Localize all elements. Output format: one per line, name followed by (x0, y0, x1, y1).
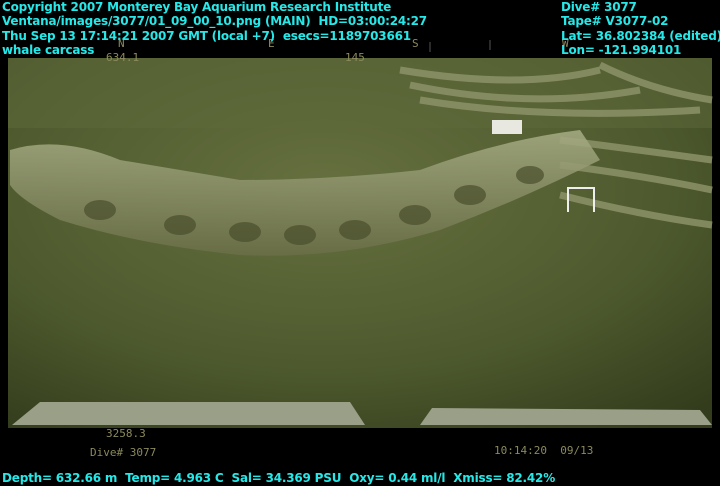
rov-frame-grab: N E S W 634.1 145 3258.3 Dive# 3077 10:1… (0, 0, 720, 486)
tape-number: Tape# V3077-02 (561, 14, 669, 28)
marker-tag (492, 120, 522, 134)
latitude: Lat= 36.802384 (edited) (561, 29, 720, 43)
dive-burn-in: Dive# 3077 (90, 446, 157, 459)
underwater-photo (8, 40, 713, 428)
timestamp-text: Thu Sep 13 17:14:21 2007 GMT (local +7) … (2, 29, 411, 43)
copyright-text: Copyright 2007 Monterey Bay Aquarium Res… (2, 0, 392, 14)
clock-burn-in: 10:14:20 09/13 (494, 444, 594, 457)
heading-burn-in: 145 (345, 51, 365, 64)
depth-burn-in: 634.1 (106, 51, 140, 64)
compass-s: S (412, 37, 419, 50)
longitude: Lon= -121.994101 (561, 43, 682, 57)
ctd-readout: Depth= 632.66 m Temp= 4.963 C Sal= 34.36… (2, 471, 556, 485)
dive-number: Dive# 3077 (561, 0, 637, 14)
image-path-text: Ventana/images/3077/01_09_00_10.png (MAI… (2, 14, 427, 28)
subject-text: whale carcass (2, 43, 95, 57)
altitude-burn-in: 3258.3 (106, 427, 146, 440)
